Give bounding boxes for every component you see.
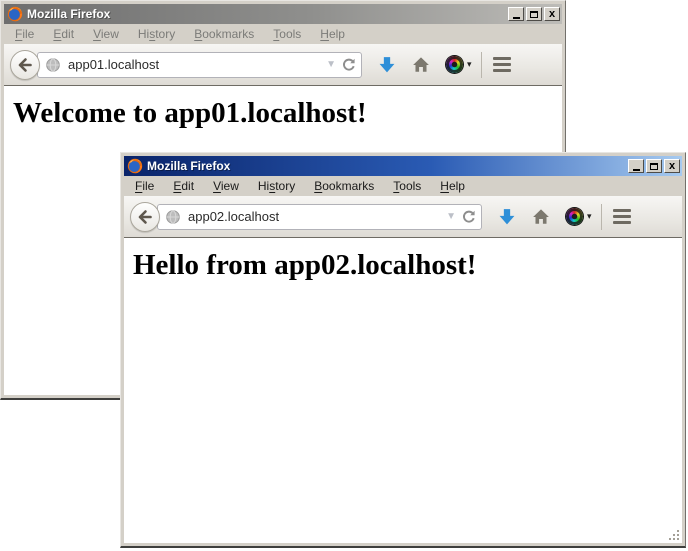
color-wheel-icon bbox=[566, 208, 583, 225]
home-icon bbox=[412, 56, 430, 74]
firefox-logo-icon bbox=[127, 158, 143, 174]
color-wheel-icon bbox=[446, 56, 463, 73]
maximize-button[interactable] bbox=[526, 7, 542, 21]
url-dropdown-icon[interactable]: ▼ bbox=[441, 211, 461, 222]
url-bar[interactable]: app02.localhost ▼ bbox=[157, 204, 482, 230]
minimize-button[interactable] bbox=[508, 7, 524, 21]
addon-button[interactable]: ▾ bbox=[566, 208, 592, 225]
minimize-icon bbox=[633, 169, 640, 171]
menu-item-view[interactable]: View bbox=[87, 25, 125, 43]
addon-button[interactable]: ▾ bbox=[446, 56, 472, 73]
back-arrow-icon bbox=[17, 57, 33, 73]
home-button[interactable] bbox=[532, 208, 550, 226]
close-icon: x bbox=[669, 161, 675, 172]
menu-item-file[interactable]: File bbox=[129, 177, 160, 195]
titlebar[interactable]: Mozilla Firefox x bbox=[124, 156, 682, 176]
minimize-icon bbox=[513, 17, 520, 19]
resize-grip-icon[interactable] bbox=[667, 528, 681, 542]
menu-item-help[interactable]: Help bbox=[314, 25, 351, 43]
hamburger-icon bbox=[493, 57, 511, 72]
chevron-down-icon: ▾ bbox=[467, 59, 472, 70]
menu-item-edit[interactable]: Edit bbox=[47, 25, 80, 43]
toolbar-separator bbox=[481, 52, 482, 78]
url-text[interactable]: app02.localhost bbox=[188, 209, 441, 224]
menu-bar: File Edit View History Bookmarks Tools H… bbox=[124, 176, 682, 196]
url-dropdown-icon[interactable]: ▼ bbox=[321, 59, 341, 70]
reload-icon[interactable] bbox=[461, 209, 477, 225]
app-menu-button[interactable] bbox=[613, 209, 631, 224]
reload-icon[interactable] bbox=[341, 57, 357, 73]
downloads-button[interactable] bbox=[498, 208, 516, 226]
window-title: Mozilla Firefox bbox=[147, 159, 628, 173]
menu-item-tools[interactable]: Tools bbox=[387, 177, 427, 195]
maximize-button[interactable] bbox=[646, 159, 662, 173]
page-content-app02: Hello from app02.localhost! bbox=[124, 238, 682, 543]
menu-item-tools[interactable]: Tools bbox=[267, 25, 307, 43]
home-button[interactable] bbox=[412, 56, 430, 74]
menu-item-bookmarks[interactable]: Bookmarks bbox=[308, 177, 380, 195]
menu-item-edit[interactable]: Edit bbox=[167, 177, 200, 195]
globe-icon[interactable] bbox=[45, 57, 61, 73]
home-icon bbox=[532, 208, 550, 226]
close-icon: x bbox=[549, 9, 555, 20]
back-button[interactable] bbox=[130, 202, 160, 232]
maximize-icon bbox=[650, 163, 658, 170]
chevron-down-icon: ▾ bbox=[587, 211, 592, 222]
globe-icon[interactable] bbox=[165, 209, 181, 225]
window-app02[interactable]: Mozilla Firefox x File Edit View History… bbox=[120, 152, 686, 548]
menu-item-history[interactable]: History bbox=[132, 25, 181, 43]
menu-bar: File Edit View History Bookmarks Tools H… bbox=[4, 24, 562, 44]
firefox-logo-icon bbox=[7, 6, 23, 22]
navigation-toolbar: app01.localhost ▼ ▾ bbox=[4, 44, 562, 86]
url-bar[interactable]: app01.localhost ▼ bbox=[37, 52, 362, 78]
back-arrow-icon bbox=[137, 209, 153, 225]
menu-item-view[interactable]: View bbox=[207, 177, 245, 195]
window-title: Mozilla Firefox bbox=[27, 7, 508, 21]
close-button[interactable]: x bbox=[544, 7, 560, 21]
close-button[interactable]: x bbox=[664, 159, 680, 173]
menu-item-file[interactable]: File bbox=[9, 25, 40, 43]
url-text[interactable]: app01.localhost bbox=[68, 57, 321, 72]
menu-item-bookmarks[interactable]: Bookmarks bbox=[188, 25, 260, 43]
page-heading: Welcome to app01.localhost! bbox=[13, 97, 562, 130]
page-heading: Hello from app02.localhost! bbox=[133, 249, 682, 282]
back-button[interactable] bbox=[10, 50, 40, 80]
hamburger-icon bbox=[613, 209, 631, 224]
menu-item-help[interactable]: Help bbox=[434, 177, 471, 195]
menu-item-history[interactable]: History bbox=[252, 177, 301, 195]
downloads-button[interactable] bbox=[378, 56, 396, 74]
titlebar[interactable]: Mozilla Firefox x bbox=[4, 4, 562, 24]
navigation-toolbar: app02.localhost ▼ ▾ bbox=[124, 196, 682, 238]
minimize-button[interactable] bbox=[628, 159, 644, 173]
download-arrow-icon bbox=[378, 56, 396, 74]
maximize-icon bbox=[530, 11, 538, 18]
toolbar-separator bbox=[601, 204, 602, 230]
download-arrow-icon bbox=[498, 208, 516, 226]
app-menu-button[interactable] bbox=[493, 57, 511, 72]
